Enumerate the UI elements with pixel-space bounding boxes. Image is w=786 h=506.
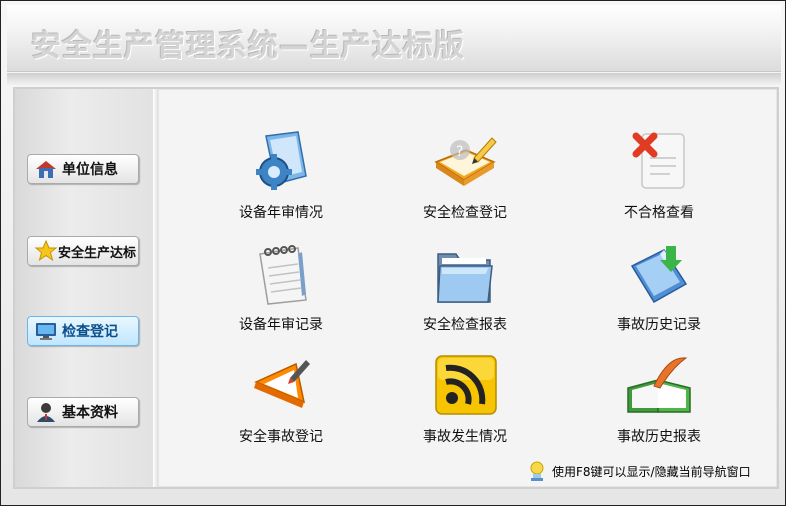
sidebar-item-basic-data[interactable]: 基本资料: [27, 397, 139, 427]
svg-text:?: ?: [456, 144, 463, 160]
lightbulb-user-icon: [530, 461, 544, 481]
house-icon: [36, 161, 56, 178]
tile-label: 安全检查登记: [423, 205, 507, 221]
user-icon: [37, 403, 55, 422]
tile-accident-occurrence[interactable]: 事故发生情况: [385, 352, 545, 448]
tile-accident-history-record[interactable]: 事故历史记录: [579, 240, 739, 336]
app-window: 安全生产管理系统—生产达标版 单位信息 安全生产达标 检查登记 基本资料 设备年…: [0, 0, 786, 506]
tile-safety-inspection-report[interactable]: 安全检查报表: [385, 240, 545, 336]
hint-text: 使用F8键可以显示/隐藏当前导航窗口: [552, 464, 751, 479]
nav-toggle-hint: 使用F8键可以显示/隐藏当前导航窗口: [526, 460, 751, 482]
tile-label: 设备年审情况: [239, 205, 323, 221]
tile-safety-inspection-register[interactable]: ? 安全检查登记: [385, 128, 545, 224]
tile-label: 不合格查看: [624, 205, 694, 221]
tile-label: 安全事故登记: [239, 429, 323, 445]
folder-icon: [437, 253, 493, 303]
tile-label: 设备年审记录: [239, 317, 323, 333]
tile-accident-history-report[interactable]: 事故历史报表: [579, 352, 739, 448]
tile-device-annual-review-record[interactable]: 设备年审记录: [201, 240, 361, 336]
tile-label: 事故历史记录: [617, 317, 701, 333]
tile-safety-accident-register[interactable]: 安全事故登记: [201, 352, 361, 448]
book-pencil-icon: ?: [434, 137, 497, 186]
open-book-icon: [627, 357, 691, 413]
tile-device-annual-review-status[interactable]: 设备年审情况: [201, 128, 361, 224]
tile-label: 事故发生情况: [423, 429, 507, 445]
tile-label: 安全检查报表: [423, 317, 507, 333]
sidebar-item-label: 安全生产达标: [58, 245, 137, 261]
sidebar-item-label: 单位信息: [62, 162, 118, 178]
app-title: 安全生产管理系统—生产达标版: [31, 29, 465, 64]
sidebar-item-unit-info[interactable]: 单位信息: [27, 154, 139, 184]
gear-folder-icon: [256, 131, 307, 190]
sidebar: 单位信息 安全生产达标 检查登记 基本资料: [15, 89, 153, 487]
error-document-icon: [632, 132, 685, 189]
star-icon: [34, 240, 58, 262]
sidebar-item-label: 检查登记: [62, 324, 118, 340]
sidebar-item-safety-standard[interactable]: 安全生产达标: [27, 236, 139, 266]
notepad-icon: [259, 245, 307, 305]
header-strip: [7, 73, 781, 85]
edit-triangle-icon: [254, 360, 310, 408]
download-folder-icon: [630, 246, 688, 304]
content-panel: 设备年审情况 ? 安全检查登记 不合格查看 设备年审记录 安全检查报表 事故历史…: [158, 89, 777, 487]
rss-icon: [435, 355, 497, 415]
tile-nonconformance-view[interactable]: 不合格查看: [579, 128, 739, 224]
sidebar-item-label: 基本资料: [62, 405, 118, 421]
sidebar-item-inspection-register[interactable]: 检查登记: [27, 316, 139, 346]
title-bar: 安全生产管理系统—生产达标版: [7, 5, 781, 72]
tile-label: 事故历史报表: [617, 429, 701, 445]
monitor-icon: [36, 323, 56, 340]
